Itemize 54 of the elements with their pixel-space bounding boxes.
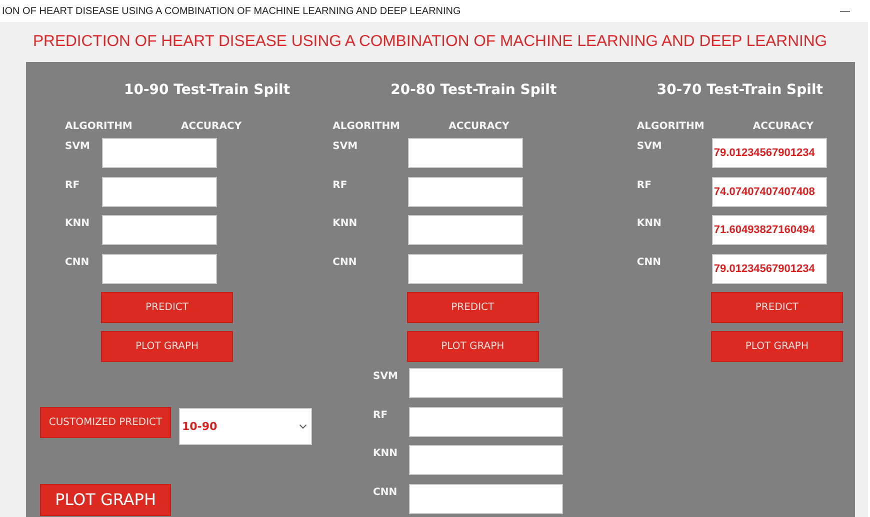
algorithm-label: RF <box>65 178 81 192</box>
accuracy-field[interactable]: 74.07407407407408 <box>712 176 827 206</box>
plot-graph-button[interactable]: PLOT GRAPH <box>40 484 171 516</box>
accuracy-field[interactable] <box>408 254 523 284</box>
algorithm-label: RF <box>373 408 389 422</box>
algorithm-label: KNN <box>373 447 398 461</box>
result-field[interactable] <box>409 406 563 436</box>
accuracy-field[interactable] <box>408 176 523 206</box>
algorithm-label: SVM <box>65 140 91 154</box>
algorithm-label: SVM <box>636 140 663 154</box>
algorithm-label: KNN <box>636 217 662 231</box>
action-button[interactable]: PREDICT <box>406 292 539 323</box>
column-header: ALGORITHM <box>332 121 402 133</box>
algorithm-label: KNN <box>332 217 358 231</box>
action-button[interactable]: PREDICT <box>710 292 843 323</box>
algorithm-label: CNN <box>332 256 358 270</box>
result-field[interactable] <box>409 368 563 398</box>
column-header: ACCURACY <box>752 121 814 133</box>
algorithm-label: KNN <box>65 217 90 231</box>
split-title: 30-70 Test-Train Spilt <box>656 81 824 99</box>
algorithm-label: CNN <box>65 256 90 270</box>
page-heading: PREDICTION OF HEART DISEASE USING A COMBINATION OF MACHINE LEARNING AND DEEP LEARNING <box>33 32 828 52</box>
result-field[interactable] <box>409 445 563 475</box>
action-button[interactable]: PREDICT <box>101 292 233 323</box>
chevron-down-icon <box>299 424 307 428</box>
algorithm-label: SVM <box>332 140 359 154</box>
algorithm-label: CNN <box>373 486 398 500</box>
minimize-button[interactable]: — <box>836 6 854 16</box>
split-title: 20-80 Test-Train Spilt <box>390 81 558 99</box>
column-header: ACCURACY <box>448 121 510 133</box>
accuracy-field[interactable] <box>408 215 523 245</box>
algorithm-label: SVM <box>373 370 399 384</box>
accuracy-field[interactable] <box>102 215 217 245</box>
action-button[interactable]: PLOT GRAPH <box>710 330 843 362</box>
split-title: 10-90 Test-Train Spilt <box>124 81 292 99</box>
split-dropdown[interactable]: 10-90 <box>179 408 312 444</box>
customized-predict-button[interactable]: CUSTOMIZED PREDICT <box>40 406 171 438</box>
column-header: ACCURACY <box>181 121 242 133</box>
column-header: ALGORITHM <box>65 121 134 133</box>
accuracy-field[interactable] <box>102 138 217 168</box>
result-field[interactable] <box>409 484 563 514</box>
window-title: ION OF HEART DISEASE USING A COMBINATION OF MACHINE LEARNING AND DEEP LEARNING <box>1 6 461 16</box>
accuracy-field[interactable]: 71.60493827160494 <box>712 215 827 245</box>
algorithm-label: RF <box>332 178 348 192</box>
accuracy-field[interactable]: 79.01234567901234 <box>712 138 827 168</box>
action-button[interactable]: PLOT GRAPH <box>406 330 539 362</box>
algorithm-label: RF <box>636 178 652 192</box>
accuracy-field[interactable]: 79.01234567901234 <box>712 254 827 284</box>
algorithm-label: CNN <box>636 256 662 270</box>
column-header: ALGORITHM <box>636 121 706 133</box>
accuracy-field[interactable] <box>102 176 217 206</box>
action-button[interactable]: PLOT GRAPH <box>101 330 233 362</box>
accuracy-field[interactable] <box>102 254 217 284</box>
accuracy-field[interactable] <box>408 138 523 168</box>
